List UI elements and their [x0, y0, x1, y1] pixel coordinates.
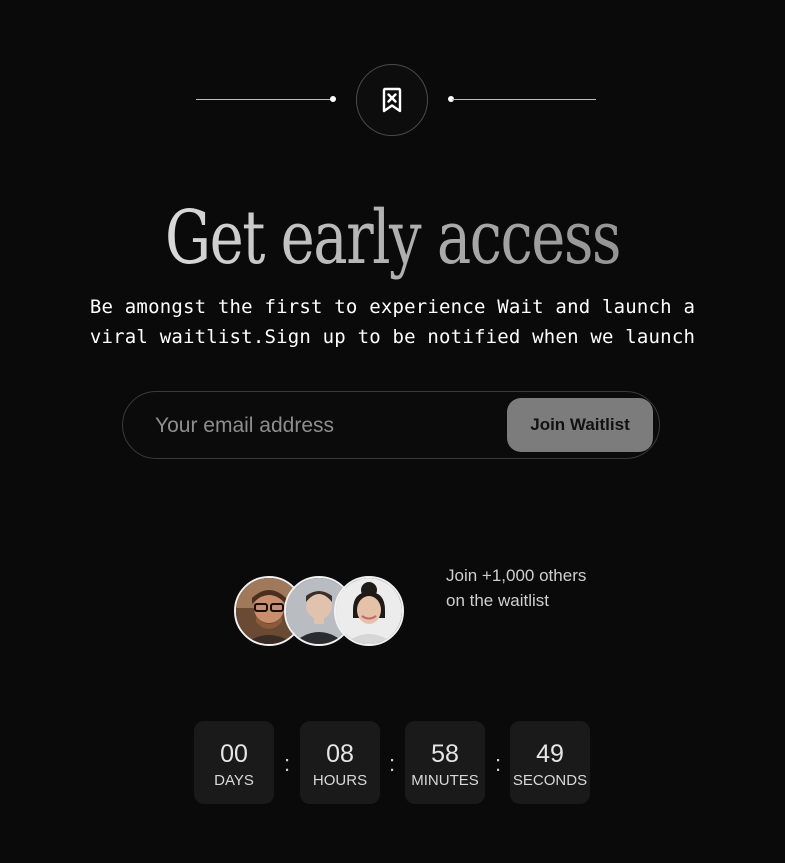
countdown-hours-label: HOURS	[312, 772, 368, 789]
countdown-timer: 00 DAYS : 08 HOURS : 58 MINUTES : 49 SEC…	[194, 721, 594, 805]
countdown-days-value: 00	[220, 740, 248, 768]
subtitle-line-2: viral waitlist.Sign up to be notified wh…	[89, 326, 696, 348]
join-waitlist-button[interactable]: Join Waitlist	[507, 398, 653, 452]
countdown-minutes-label: MINUTES	[411, 772, 479, 789]
bookmark-x-icon	[382, 87, 402, 113]
countdown-separator: :	[283, 751, 291, 776]
divider-dot-left	[330, 96, 336, 102]
email-field[interactable]	[153, 404, 497, 448]
countdown-hours: 08 HOURS	[300, 721, 380, 804]
countdown-minutes-value: 58	[431, 740, 459, 768]
waitlist-form: Join Waitlist	[122, 391, 660, 459]
countdown-minutes: 58 MINUTES	[405, 721, 485, 804]
page-title: Get early access	[86, 190, 698, 286]
avatar	[334, 576, 404, 646]
countdown-days: 00 DAYS	[194, 721, 274, 804]
page-subtitle: Be amongst the first to experience Wait …	[60, 292, 725, 352]
countdown-seconds-label: SECONDS	[512, 772, 588, 789]
social-proof-line-1: Join +1,000 others	[446, 566, 587, 585]
social-proof-text: Join +1,000 others on the waitlist	[446, 563, 646, 613]
waitlist-page: Get early access Be amongst the first to…	[0, 0, 785, 863]
divider-line-right	[452, 99, 596, 100]
countdown-hours-value: 08	[326, 740, 354, 768]
subtitle-line-1: Be amongst the first to experience Wait …	[89, 296, 696, 318]
countdown-separator: :	[388, 751, 396, 776]
countdown-days-label: DAYS	[214, 772, 254, 789]
countdown-separator: :	[494, 751, 502, 776]
divider-line-left	[196, 99, 332, 100]
countdown-seconds: 49 SECONDS	[510, 721, 590, 804]
social-proof-line-2: on the waitlist	[446, 591, 549, 610]
bookmark-badge	[356, 64, 428, 136]
avatar-group	[234, 576, 406, 646]
countdown-seconds-value: 49	[536, 740, 564, 768]
